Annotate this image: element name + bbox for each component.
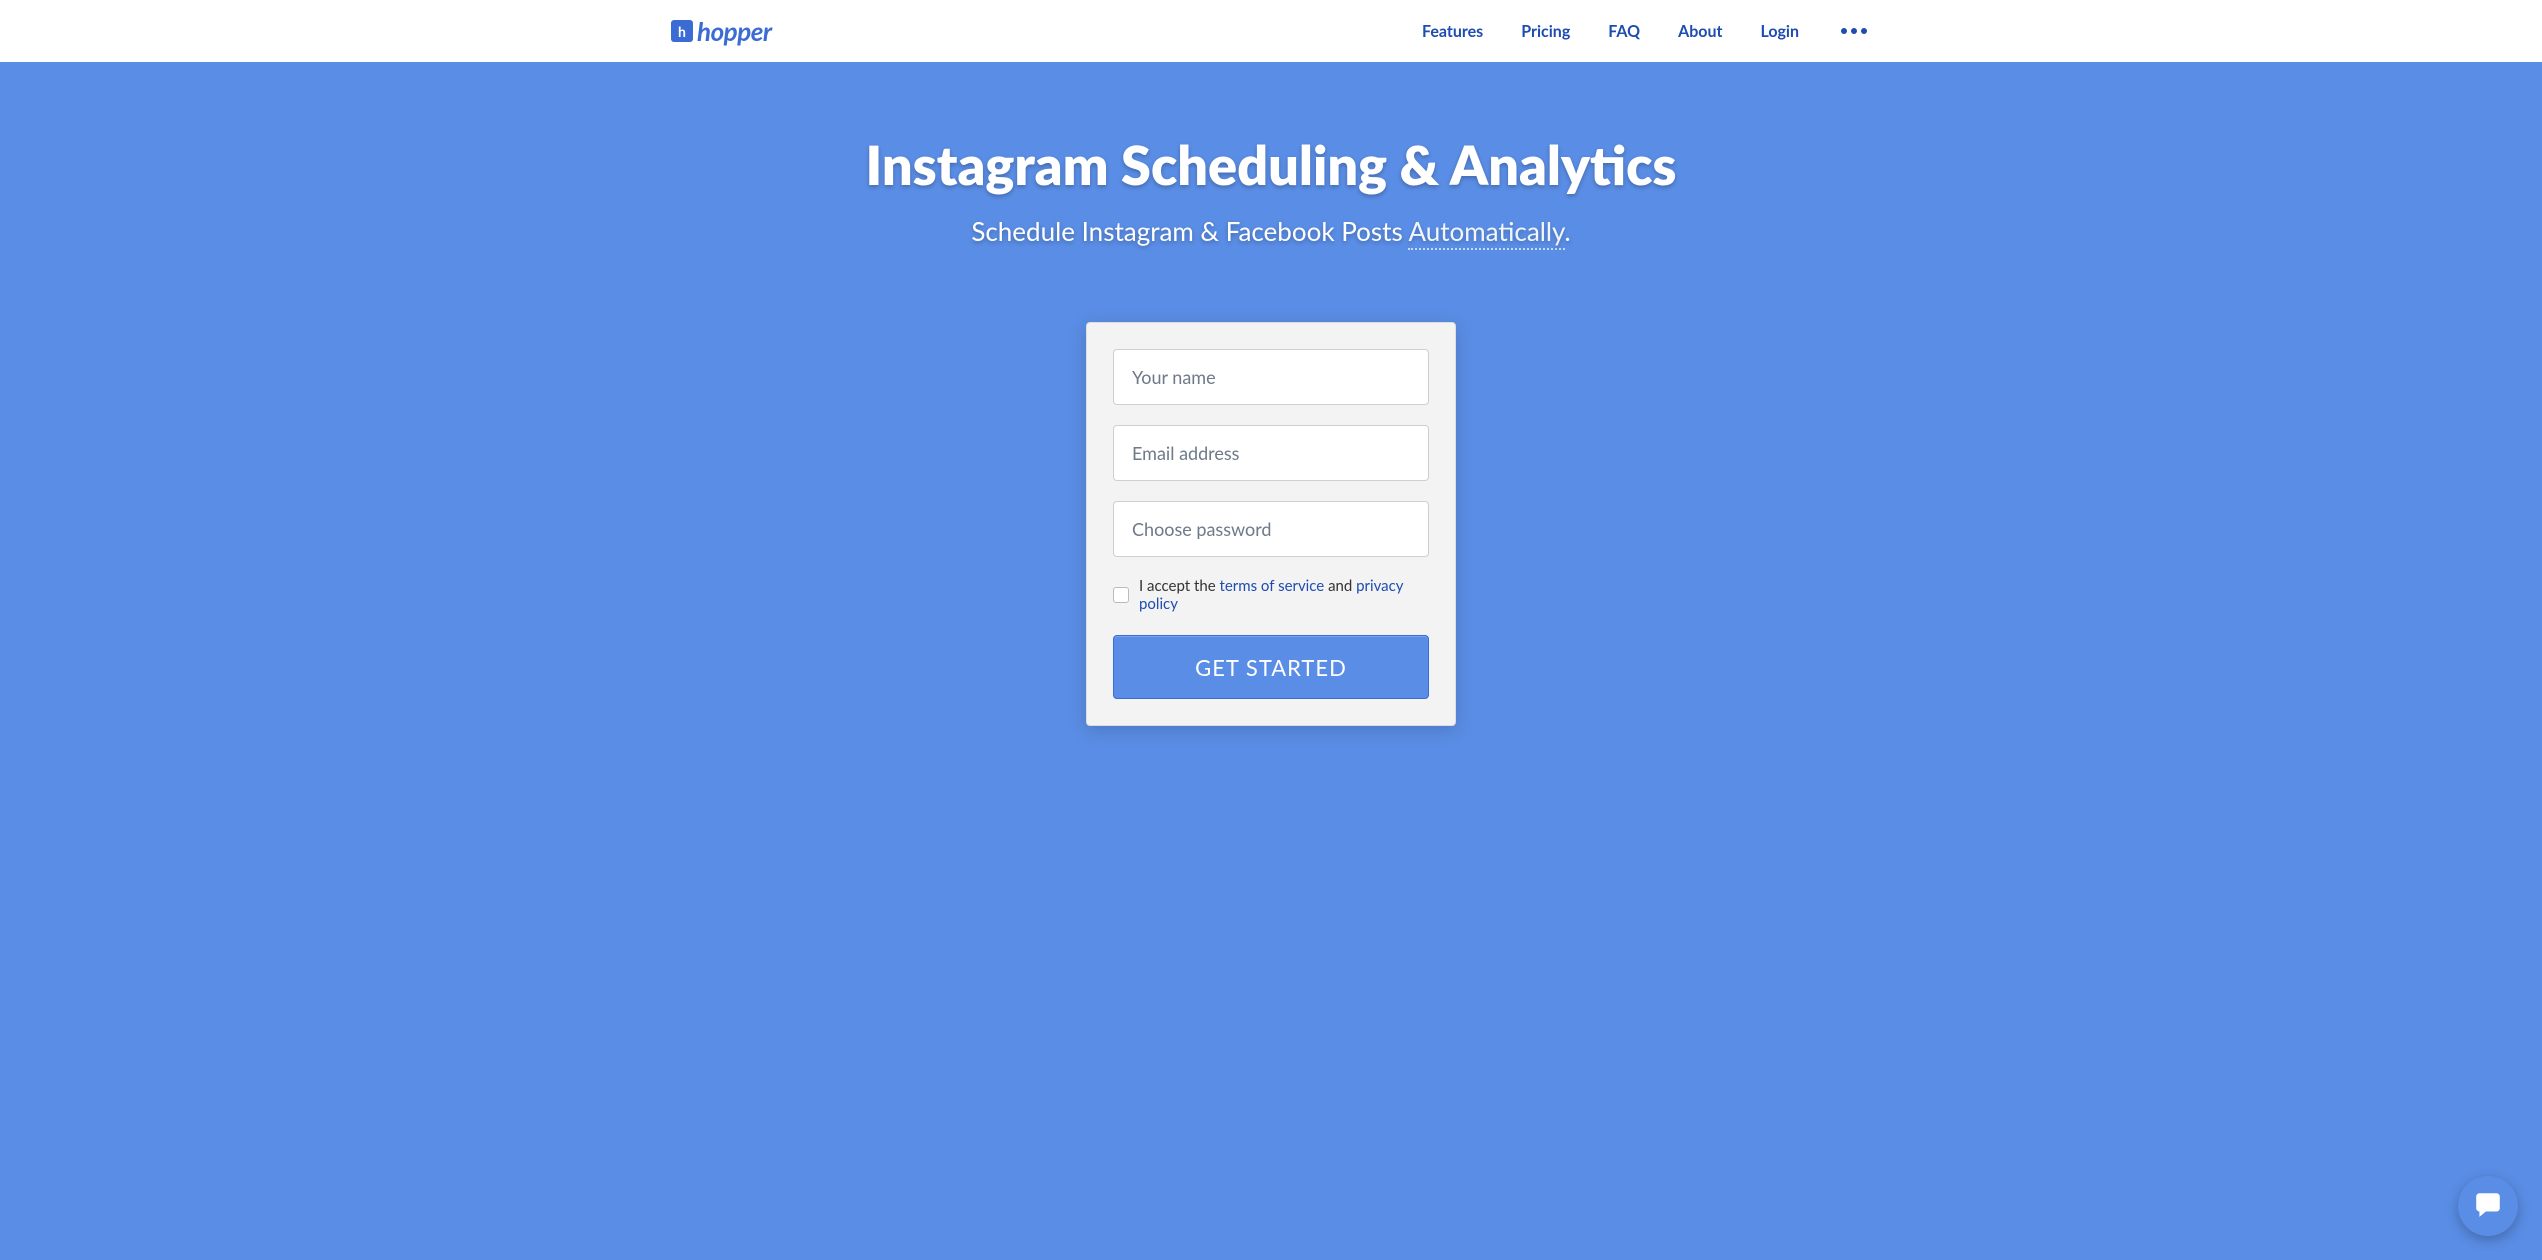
- email-input[interactable]: [1113, 425, 1429, 481]
- nav-login[interactable]: Login: [1760, 22, 1799, 41]
- terms-of-service-link[interactable]: terms of service: [1220, 577, 1325, 595]
- nav-links: Features Pricing FAQ About Login: [1422, 22, 1871, 41]
- hero-title: Instagram Scheduling & Analytics: [20, 132, 2522, 197]
- terms-row: I accept the terms of service and privac…: [1113, 577, 1429, 613]
- logo[interactable]: h hopper: [671, 15, 772, 47]
- hero-subtitle-suffix: .: [1565, 215, 1571, 247]
- signup-card: I accept the terms of service and privac…: [1086, 322, 1456, 726]
- terms-text: I accept the terms of service and privac…: [1139, 577, 1429, 613]
- logo-text: hopper: [697, 15, 772, 47]
- nav-pricing[interactable]: Pricing: [1521, 22, 1570, 41]
- header: h hopper Features Pricing FAQ About Logi…: [631, 0, 1911, 62]
- nav-faq[interactable]: FAQ: [1608, 22, 1640, 41]
- logo-icon: h: [671, 20, 693, 42]
- password-input[interactable]: [1113, 501, 1429, 557]
- nav-about[interactable]: About: [1678, 22, 1722, 41]
- terms-checkbox[interactable]: [1113, 587, 1129, 603]
- nav-features[interactable]: Features: [1422, 22, 1483, 41]
- terms-prefix: I accept the: [1139, 577, 1220, 595]
- terms-and: and: [1324, 577, 1356, 595]
- chat-icon: [2473, 1189, 2503, 1223]
- get-started-button[interactable]: GET STARTED: [1113, 635, 1429, 699]
- chat-widget-button[interactable]: [2458, 1176, 2518, 1236]
- hero-subtitle-underlined: Automatically: [1408, 215, 1564, 250]
- hero-subtitle-prefix: Schedule Instagram & Facebook Posts: [971, 215, 1408, 247]
- name-input[interactable]: [1113, 349, 1429, 405]
- hero-subtitle: Schedule Instagram & Facebook Posts Auto…: [20, 215, 2522, 247]
- hero: Instagram Scheduling & Analytics Schedul…: [0, 62, 2542, 1260]
- more-menu-icon[interactable]: [1837, 24, 1871, 38]
